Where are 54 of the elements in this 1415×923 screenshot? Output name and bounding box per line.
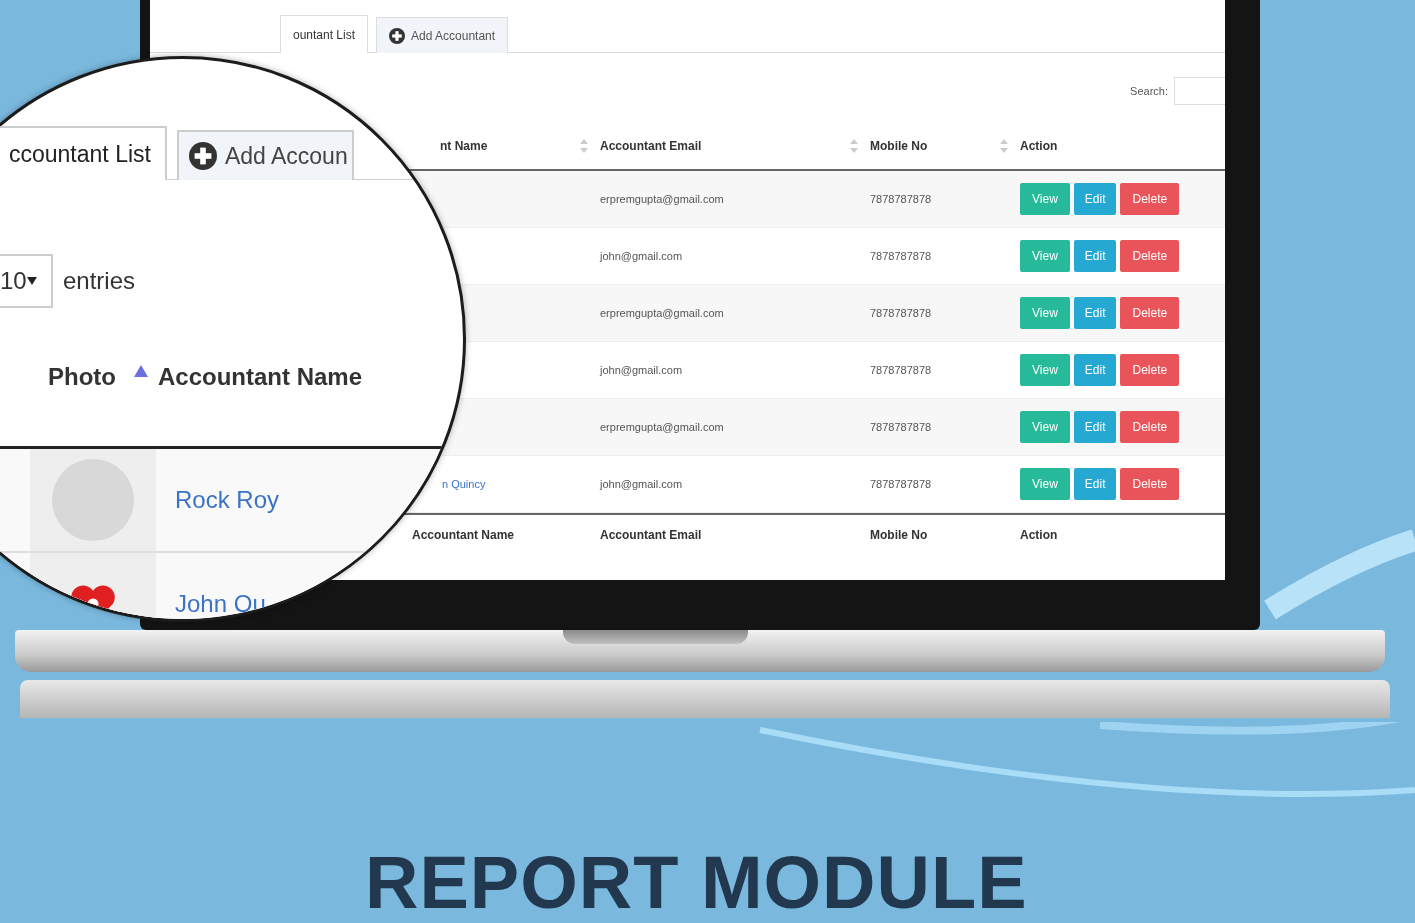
entries-label: entries [63, 267, 136, 295]
footer-header: Mobile No [870, 528, 928, 542]
edit-button[interactable]: Edit [1073, 411, 1117, 443]
tab[interactable]: Add Accountant [376, 17, 509, 53]
name-link[interactable]: n Quincy [442, 478, 486, 490]
email-cell: erpremgupta@gmail.com [600, 193, 724, 205]
delete-button[interactable]: Delete [1120, 297, 1180, 329]
view-button[interactable]: View [1020, 411, 1070, 443]
view-button[interactable]: View [1020, 468, 1070, 500]
edit-button[interactable]: Edit [1073, 240, 1117, 272]
delete-button[interactable]: Delete [1120, 411, 1180, 443]
mobile-cell: 7878787878 [870, 307, 932, 319]
delete-button[interactable]: Delete [1120, 468, 1180, 500]
entries-select[interactable]: 10 [0, 254, 53, 308]
email-cell: john@gmail.com [600, 478, 683, 490]
edit-button[interactable]: Edit [1073, 468, 1117, 500]
edit-button[interactable]: Edit [1073, 297, 1117, 329]
footer-header: Accountant Email [600, 528, 702, 542]
plus-circle-icon [389, 27, 406, 44]
caret-icon [27, 277, 37, 285]
name-link[interactable]: Rock Roy [175, 486, 280, 513]
mobile-cell: 7878787878 [870, 364, 932, 376]
heading: REPORT MODULE [365, 846, 1029, 920]
email-cell: erpremgupta@gmail.com [600, 421, 724, 433]
search-label: Search: [1130, 85, 1168, 97]
column-header[interactable]: Accountant Name [158, 363, 363, 391]
column-header[interactable]: Photo [48, 363, 116, 391]
edit-button[interactable]: Edit [1073, 183, 1117, 215]
footer-header: Action [1020, 528, 1058, 542]
edit-button[interactable]: Edit [1073, 354, 1117, 386]
mobile-cell: 7878787878 [870, 193, 932, 205]
view-button[interactable]: View [1020, 183, 1070, 215]
email-cell: john@gmail.com [600, 364, 683, 376]
tab[interactable]: ccountant List [0, 126, 167, 180]
plus-circle-icon [188, 142, 217, 170]
column-header[interactable]: Mobile No [870, 139, 928, 153]
delete-button[interactable]: Delete [1120, 240, 1180, 272]
column-header[interactable]: nt Name [440, 139, 488, 153]
search-field[interactable] [1174, 77, 1225, 105]
view-button[interactable]: View [1020, 240, 1070, 272]
email-cell: erpremgupta@gmail.com [600, 307, 724, 319]
delete-button[interactable]: Delete [1120, 354, 1180, 386]
email-cell: john@gmail.com [600, 250, 683, 262]
footer-header: Accountant Name [412, 528, 515, 542]
view-button[interactable]: View [1020, 297, 1070, 329]
column-header[interactable]: Action [1020, 139, 1058, 153]
mobile-cell: 7878787878 [870, 478, 932, 490]
tab[interactable]: ountant List [280, 15, 369, 53]
view-button[interactable]: View [1020, 354, 1070, 386]
mobile-cell: 7878787878 [870, 250, 932, 262]
tab[interactable]: Add Accoun [176, 130, 354, 180]
mobile-cell: 7878787878 [870, 421, 932, 433]
column-header[interactable]: Accountant Email [600, 139, 702, 153]
delete-button[interactable]: Delete [1120, 183, 1180, 215]
